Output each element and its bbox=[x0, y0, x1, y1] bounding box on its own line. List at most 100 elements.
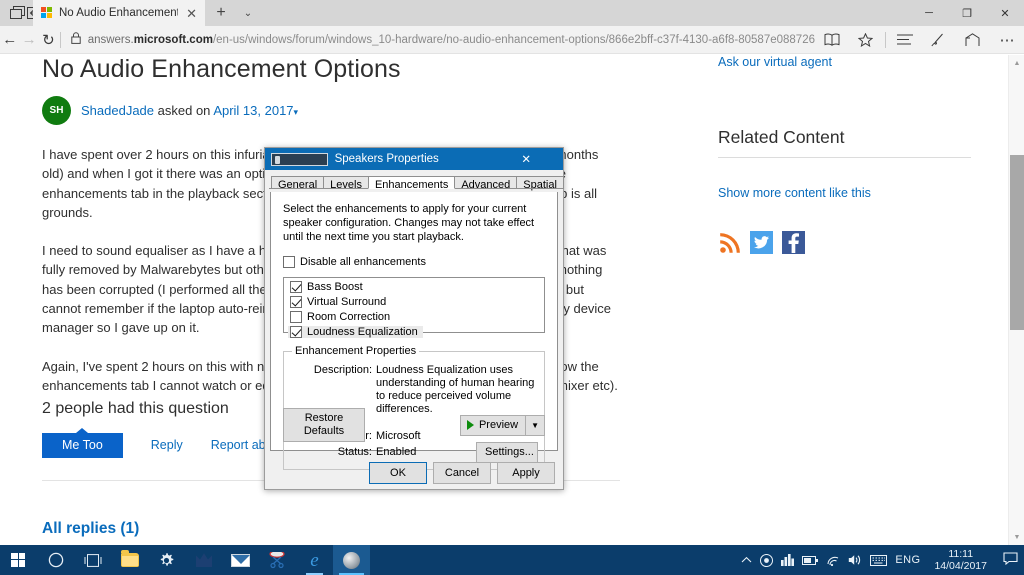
enhancement-item[interactable]: Virtual Surround bbox=[288, 296, 540, 308]
maximize-button[interactable]: ❐ bbox=[948, 0, 986, 26]
equalizer-icon[interactable] bbox=[781, 554, 795, 566]
enhancements-list[interactable]: Bass Boost Virtual Surround Room Correct… bbox=[283, 277, 545, 338]
lock-icon bbox=[70, 32, 81, 47]
scroll-down-icon[interactable]: ▼ bbox=[1009, 529, 1024, 545]
clock[interactable]: 11:11 14/04/2017 bbox=[928, 548, 993, 572]
taskbar-item-file-explorer[interactable] bbox=[111, 545, 148, 575]
preview-dropdown-button[interactable]: ▼ bbox=[525, 414, 545, 436]
speaker-icon bbox=[343, 551, 360, 569]
reply-link[interactable]: Reply bbox=[151, 438, 183, 452]
virtual-surround-label: Virtual Surround bbox=[307, 296, 387, 308]
preview-button[interactable]: Preview bbox=[459, 414, 526, 436]
enhancement-item-selected[interactable]: Loudness Equalization bbox=[288, 326, 423, 338]
minimize-button[interactable]: ─ bbox=[910, 0, 948, 26]
refresh-icon[interactable]: ↻ bbox=[39, 26, 58, 54]
browser-tab[interactable]: No Audio Enhancement ✕ bbox=[33, 0, 205, 26]
taskbar-item-malwarebytes[interactable] bbox=[185, 545, 222, 575]
ok-button[interactable]: OK bbox=[369, 461, 427, 484]
divider bbox=[718, 157, 971, 158]
dialog-title-bar[interactable]: Speakers Properties ✕ bbox=[265, 148, 563, 170]
forward-icon[interactable]: → bbox=[19, 26, 38, 54]
new-tab-button[interactable]: + bbox=[207, 0, 235, 26]
tab-enhancements[interactable]: Enhancements bbox=[367, 176, 456, 191]
screen: No Audio Enhancement ✕ + ⌄ ─ ❐ ✕ ← → ↻ a… bbox=[0, 0, 1024, 575]
hub-icon[interactable] bbox=[888, 26, 922, 54]
battery-icon[interactable] bbox=[802, 555, 819, 565]
favorite-star-icon[interactable] bbox=[849, 26, 883, 54]
loudness-equalization-label: Loudness Equalization bbox=[307, 326, 418, 338]
disable-all-checkbox[interactable] bbox=[283, 256, 295, 268]
rss-icon[interactable] bbox=[718, 231, 741, 254]
web-note-pen-icon[interactable] bbox=[922, 26, 956, 54]
all-replies-heading: All replies (1) bbox=[42, 520, 140, 537]
cortana-search-button[interactable] bbox=[37, 545, 74, 575]
tab-spatial-sound[interactable]: Spatial sound bbox=[516, 176, 564, 204]
enhancement-item[interactable]: Bass Boost bbox=[288, 281, 540, 293]
share-icon[interactable] bbox=[956, 26, 990, 54]
me-too-button[interactable]: Me Too bbox=[42, 433, 123, 458]
taskbar: e ENG 11:11 14/04/2017 bbox=[0, 545, 1024, 575]
virtual-agent-link[interactable]: Ask our virtual agent bbox=[718, 55, 976, 69]
action-center-icon[interactable] bbox=[1001, 552, 1018, 568]
enhancement-item[interactable]: Room Correction bbox=[288, 311, 540, 323]
dialog-footer: OK Cancel Apply bbox=[265, 456, 563, 489]
room-correction-checkbox[interactable] bbox=[290, 311, 302, 323]
taskbar-item-settings[interactable] bbox=[148, 545, 185, 575]
author-link[interactable]: ShadedJade bbox=[81, 103, 154, 118]
restore-defaults-button[interactable]: Restore Defaults bbox=[283, 408, 365, 442]
question-actions: Me Too Reply Report abuse▾ bbox=[42, 433, 290, 458]
page-scrollbar[interactable]: ▲ ▼ bbox=[1008, 55, 1024, 545]
tab-advanced[interactable]: Advanced bbox=[454, 176, 518, 191]
apply-button[interactable]: Apply bbox=[497, 461, 555, 484]
back-icon[interactable]: ← bbox=[0, 26, 19, 54]
show-more-content-link[interactable]: Show more content like this bbox=[718, 186, 976, 200]
preview-label: Preview bbox=[478, 418, 519, 431]
social-links bbox=[718, 231, 976, 254]
cancel-button[interactable]: Cancel bbox=[433, 461, 491, 484]
task-view-button[interactable] bbox=[74, 545, 111, 575]
twitter-icon[interactable] bbox=[750, 231, 773, 254]
network-wifi-icon[interactable] bbox=[826, 555, 840, 566]
loudness-equalization-checkbox[interactable] bbox=[290, 326, 302, 338]
close-dialog-button[interactable]: ✕ bbox=[489, 148, 563, 170]
show-hidden-icons-icon[interactable] bbox=[741, 556, 752, 564]
taskbar-item-snipping-tool[interactable] bbox=[259, 545, 296, 575]
disable-all-enhancements-row[interactable]: Disable all enhancements bbox=[283, 256, 545, 268]
scroll-up-icon[interactable]: ▲ bbox=[1009, 55, 1024, 71]
reading-view-icon[interactable] bbox=[815, 26, 849, 54]
scrollbar-thumb[interactable] bbox=[1010, 155, 1024, 330]
gear-icon bbox=[160, 552, 174, 566]
taskbar-item-mail[interactable] bbox=[222, 545, 259, 575]
asked-date[interactable]: April 13, 2017 bbox=[213, 103, 293, 118]
avatar: SH bbox=[42, 96, 71, 125]
onedrive-icon[interactable] bbox=[760, 553, 774, 567]
chevron-down-icon[interactable]: ⌄ bbox=[236, 0, 260, 26]
asked-on-label: asked on bbox=[157, 103, 211, 118]
author-line: ShadedJade asked on April 13, 2017▾ bbox=[81, 103, 298, 118]
close-window-button[interactable]: ✕ bbox=[986, 0, 1024, 26]
tab-general[interactable]: General bbox=[271, 176, 325, 191]
facebook-icon[interactable] bbox=[782, 231, 805, 254]
taskbar-item-sound-control[interactable] bbox=[333, 545, 370, 575]
folder-icon bbox=[120, 550, 139, 567]
tab-title: No Audio Enhancement bbox=[59, 7, 179, 19]
pane-buttons-row: Restore Defaults Preview ▼ bbox=[283, 408, 545, 442]
disable-all-label: Disable all enhancements bbox=[300, 256, 426, 268]
taskbar-item-microsoft-edge[interactable]: e bbox=[296, 545, 333, 575]
close-tab-icon[interactable]: ✕ bbox=[184, 7, 199, 20]
keyboard-icon[interactable] bbox=[870, 554, 888, 566]
volume-icon[interactable] bbox=[848, 554, 862, 566]
clock-time: 11:11 bbox=[948, 548, 974, 560]
address-bar[interactable]: answers.microsoft.com/en-us/windows/foru… bbox=[63, 26, 815, 54]
question-count: 2 people had this question bbox=[42, 400, 229, 417]
virtual-surround-checkbox[interactable] bbox=[290, 296, 302, 308]
bass-boost-checkbox[interactable] bbox=[290, 281, 302, 293]
room-correction-label: Room Correction bbox=[307, 311, 391, 323]
chevron-down-icon[interactable]: ▾ bbox=[294, 107, 299, 117]
start-button[interactable] bbox=[0, 545, 37, 575]
more-options-icon[interactable]: ⋯ bbox=[990, 26, 1024, 54]
tab-levels[interactable]: Levels bbox=[323, 176, 369, 191]
browser-toolbar: ← → ↻ answers.microsoft.com/en-us/window… bbox=[0, 26, 1024, 54]
language-indicator[interactable]: ENG bbox=[895, 554, 920, 566]
microsoft-favicon-icon bbox=[41, 7, 53, 19]
